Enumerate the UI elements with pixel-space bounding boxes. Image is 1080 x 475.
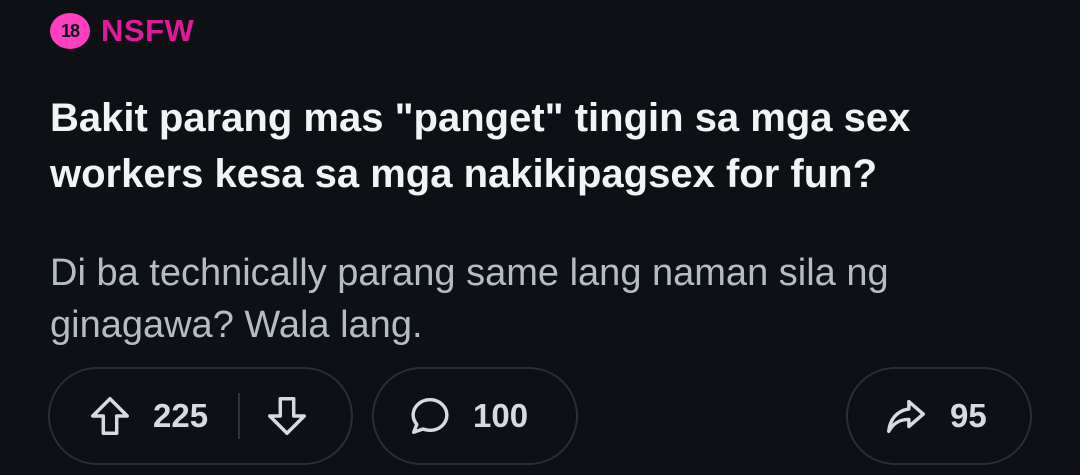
comments-button[interactable]: 100 <box>372 367 578 465</box>
upvote-button[interactable] <box>87 393 133 439</box>
share-button[interactable]: 95 <box>846 367 1032 465</box>
vote-count: 225 <box>153 397 209 434</box>
share-icon-wrap <box>882 393 930 439</box>
speech-bubble-icon <box>411 397 449 435</box>
nsfw-tag: 18 NSFW <box>50 12 194 50</box>
comment-count: 100 <box>473 397 529 434</box>
vote-bar: 225 <box>48 367 353 465</box>
post-body[interactable]: Di ba technically parang same lang naman… <box>50 247 1050 351</box>
post-card[interactable]: 18 NSFW Bakit parang mas "panget" tingin… <box>0 0 1080 475</box>
downvote-button[interactable] <box>264 393 310 439</box>
nsfw-label: NSFW <box>101 13 195 48</box>
arrow-down-outline-icon <box>268 397 307 435</box>
arrow-up-outline-icon <box>91 397 129 435</box>
age-18-badge-icon: 18 <box>50 13 90 49</box>
vote-divider <box>238 393 241 439</box>
share-count: 95 <box>950 397 987 434</box>
comment-icon-wrap <box>407 393 453 439</box>
post-title[interactable]: Bakit parang mas "panget" tingin sa mga … <box>50 90 1050 202</box>
share-arrow-icon <box>887 399 925 434</box>
